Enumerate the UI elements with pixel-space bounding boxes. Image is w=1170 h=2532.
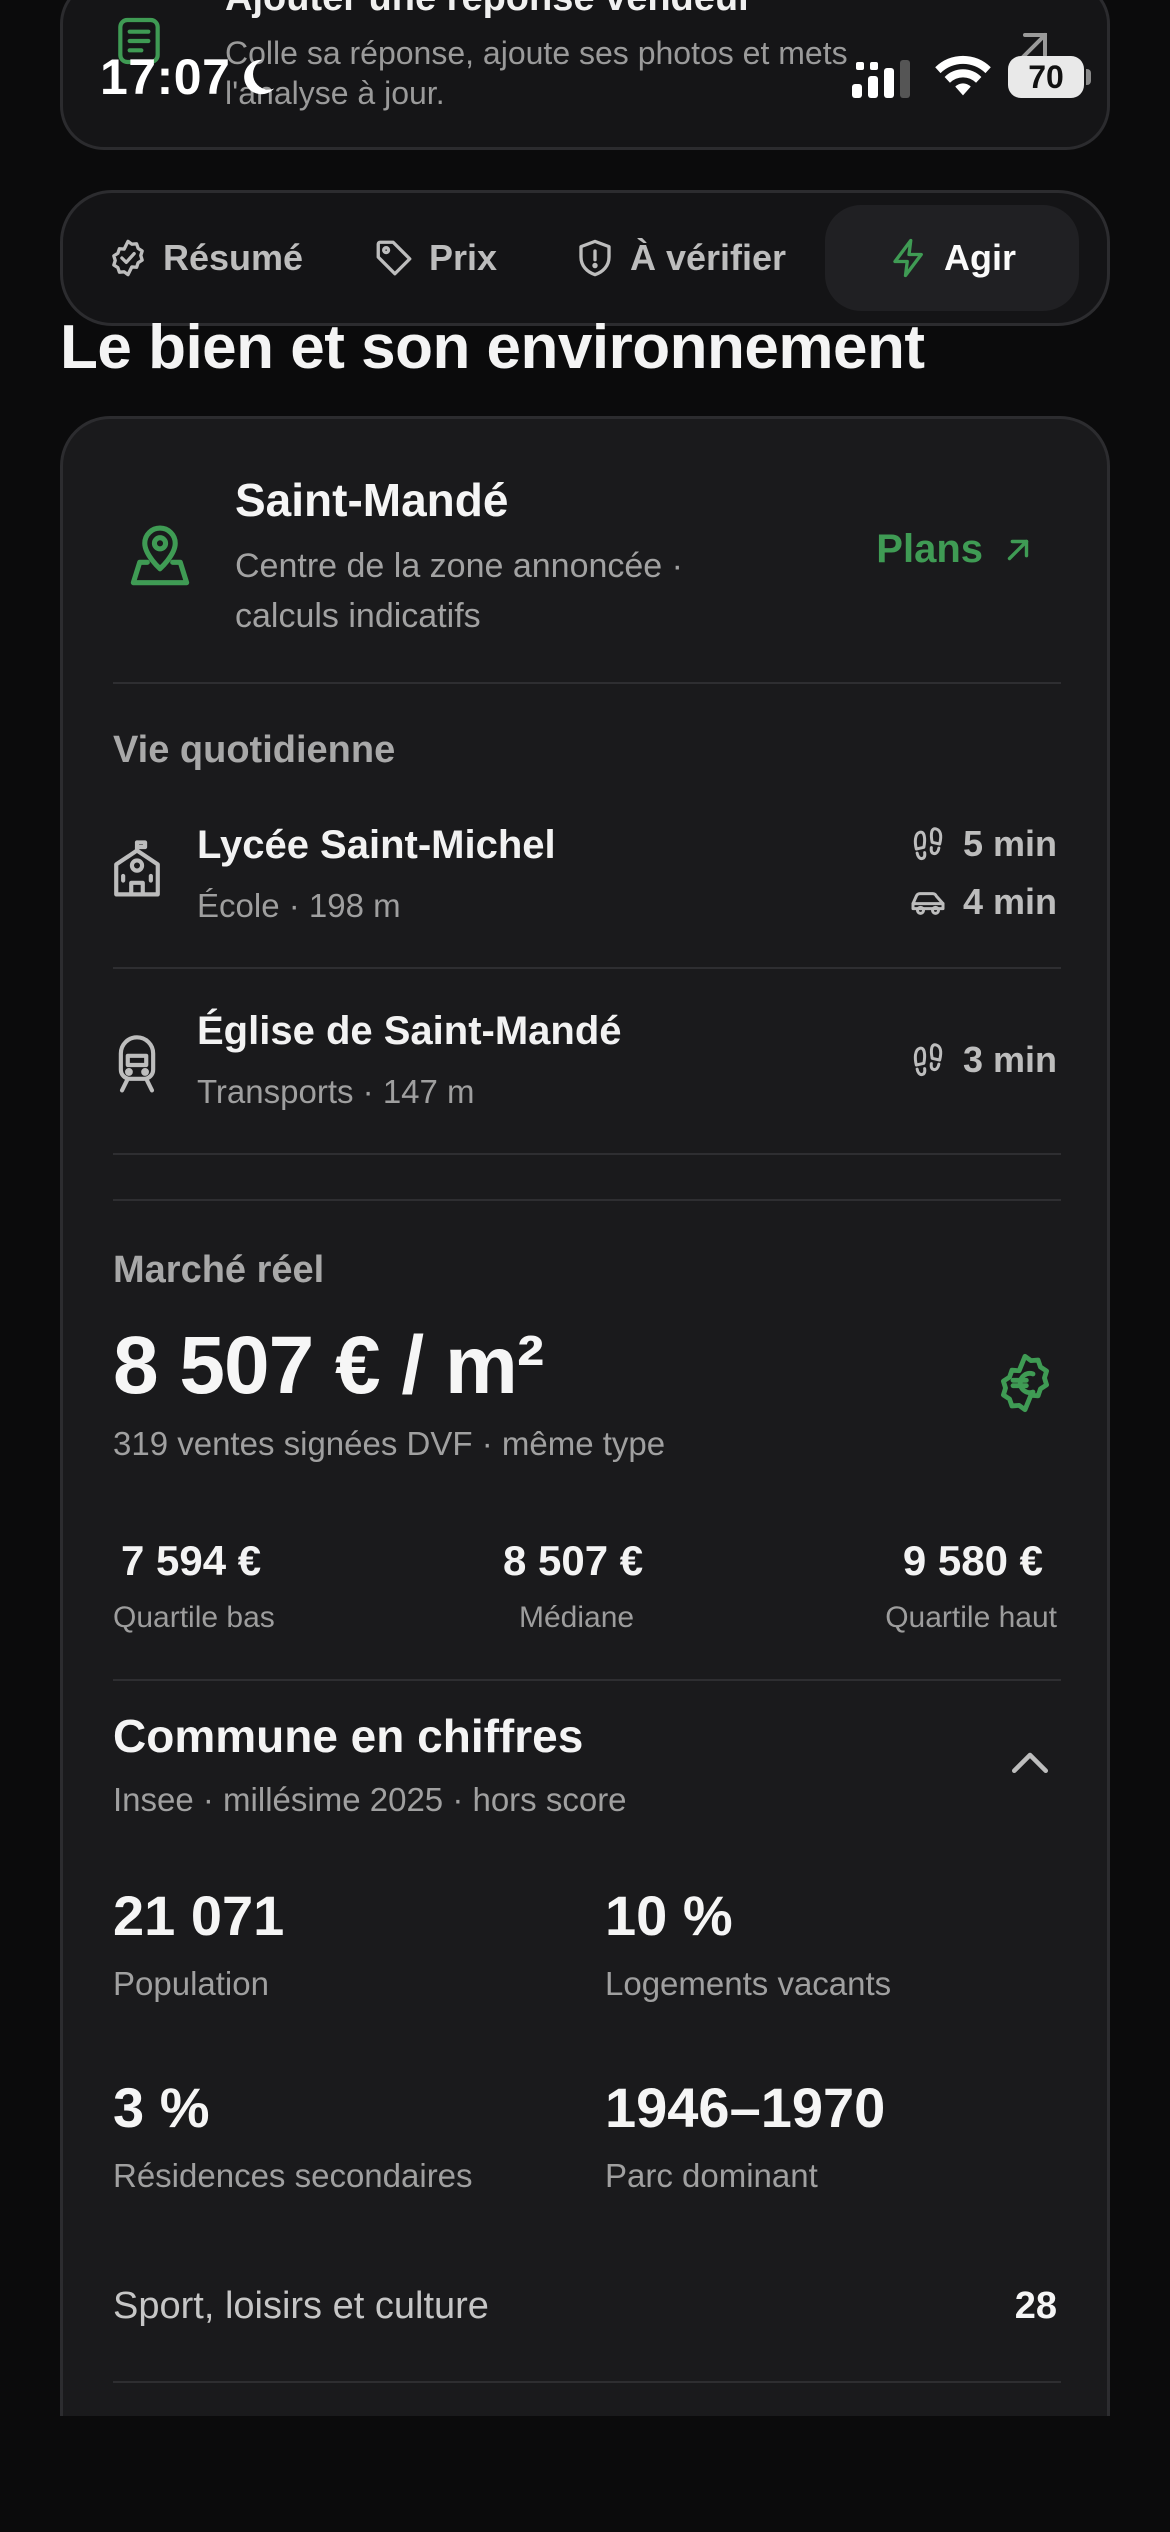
poi-subtitle: École · 198 m [197, 887, 401, 924]
environment-card: Saint-Mandé Centre de la zone annoncée ·… [60, 416, 1110, 2416]
poi-subtitle: Transports · 147 m [197, 1073, 475, 1110]
wifi-icon [935, 55, 991, 96]
tab-resume-label: Résumé [162, 237, 304, 278]
price-subtitle: 319 ventes signées DVF · même type [113, 1425, 666, 1462]
commune-subtitle: Insee · millésime 2025 · hors score [113, 1781, 627, 1818]
walk-time: 5 min [962, 823, 1057, 864]
quartile-low-label: Quartile bas [113, 1601, 275, 1634]
quartile-low-value: 7 594 € [121, 1537, 262, 1584]
divider [113, 1153, 1061, 1155]
stat-secondary-label: Résidences secondaires [113, 2157, 473, 2194]
stat-population-value: 21 071 [113, 1884, 285, 1947]
tab-resume[interactable]: Résumé [75, 205, 335, 311]
battery-tip [1086, 69, 1091, 85]
price-per-m2: 8 507 € / m² [113, 1320, 544, 1411]
stat-vacant-label: Logements vacants [605, 1965, 892, 2002]
median-label: Médiane [519, 1601, 635, 1634]
divider [113, 2381, 1061, 2383]
stat-secondary-value: 3 % [113, 2076, 210, 2139]
section-tabs: Résumé Prix À vérifier Agir [60, 190, 1110, 326]
train-icon [118, 1035, 156, 1093]
plans-label: Plans [876, 527, 983, 571]
quartile-high-label: Quartile haut [885, 1601, 1057, 1634]
chevron-up-icon[interactable] [1009, 1747, 1051, 1777]
stat-housing-period-value: 1946–1970 [605, 2076, 886, 2139]
euro-badge-icon [1001, 1353, 1049, 1413]
location-subtitle: Centre de la zone annoncée · calculs ind… [235, 547, 683, 635]
daily-life-heading: Vie quotidienne [113, 729, 396, 771]
footsteps-icon [913, 1043, 943, 1077]
poi-drive-time: 4 min [907, 881, 1057, 923]
shield-alert-icon [579, 239, 611, 277]
arrow-up-right-icon [1007, 539, 1029, 560]
facility-row-count: 28 [1014, 2285, 1057, 2327]
divider [113, 1679, 1061, 1681]
divider [113, 1199, 1061, 1201]
median-value: 8 507 € [503, 1537, 644, 1584]
app-screen: Ajouter une réponse vendeur Colle sa rép… [0, 0, 1170, 2532]
lightning-icon [893, 238, 923, 278]
divider [113, 967, 1061, 969]
tab-prix[interactable]: Prix [335, 205, 535, 311]
tab-a-verifier[interactable]: À vérifier [535, 205, 825, 311]
tab-a-verifier-label: À vérifier [629, 237, 787, 278]
stat-vacant-value: 10 % [605, 1884, 733, 1947]
battery-indicator: 70 [1008, 56, 1091, 98]
cellular-signal-icon [852, 60, 910, 98]
walk-time: 3 min [962, 1039, 1057, 1080]
tab-agir-label: Agir [944, 237, 1016, 278]
stat-housing-period-label: Parc dominant [605, 2157, 818, 2194]
check-badge-icon [112, 239, 144, 277]
poi-title: Lycée Saint-Michel [197, 823, 556, 867]
divider [113, 682, 1061, 684]
quartile-high-value: 9 580 € [902, 1537, 1043, 1584]
car-icon [911, 892, 945, 915]
moon-icon [244, 59, 275, 95]
footsteps-icon [913, 827, 943, 861]
top-card-title: Ajouter une réponse vendeur [225, 0, 753, 20]
map-pin-icon [130, 525, 190, 586]
school-icon [114, 840, 160, 897]
status-time: 17:07 [100, 49, 231, 105]
stat-population-label: Population [113, 1965, 269, 2002]
commune-title[interactable]: Commune en chiffres [113, 1709, 583, 1763]
section-title: Le bien et son environnement [60, 313, 925, 382]
market-heading: Marché réel [113, 1249, 325, 1291]
tab-prix-label: Prix [428, 237, 498, 278]
poi-title: Église de Saint-Mandé [197, 1009, 622, 1053]
top-card-subtitle: Colle sa réponse, ajoute ses photos et m… [225, 35, 848, 111]
tab-agir[interactable]: Agir [825, 205, 1079, 311]
facility-row-label[interactable]: Sport, loisirs et culture [113, 2285, 489, 2328]
drive-time: 4 min [962, 881, 1057, 922]
location-title: Saint-Mandé [235, 474, 509, 526]
poi-walk-time: 5 min [907, 823, 1057, 865]
battery-level: 70 [1008, 56, 1084, 98]
plans-link[interactable]: Plans [876, 527, 1035, 572]
tag-icon [376, 240, 412, 276]
poi-walk-time: 3 min [907, 1039, 1057, 1081]
